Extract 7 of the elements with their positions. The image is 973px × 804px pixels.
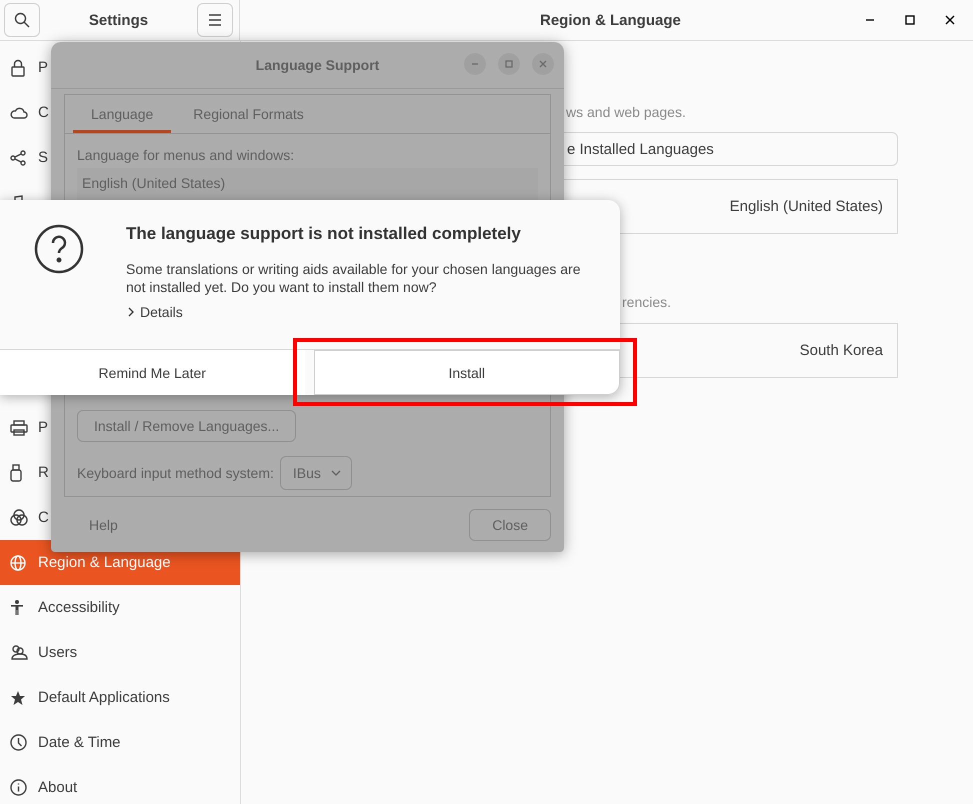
window-title: Settings xyxy=(88,12,148,28)
input-method-label: Keyboard input method system: xyxy=(77,464,274,482)
description-text: rencies. xyxy=(621,293,672,311)
dialog-title: Language Support xyxy=(256,57,380,73)
page-title: Region & Language xyxy=(540,12,681,28)
alert-message: Some translations or writing aids available for your chosen languages are not installed yet. Do you want to install them now? xyxy=(126,260,582,296)
alert-title: The language support is not installed completely xyxy=(126,224,522,244)
